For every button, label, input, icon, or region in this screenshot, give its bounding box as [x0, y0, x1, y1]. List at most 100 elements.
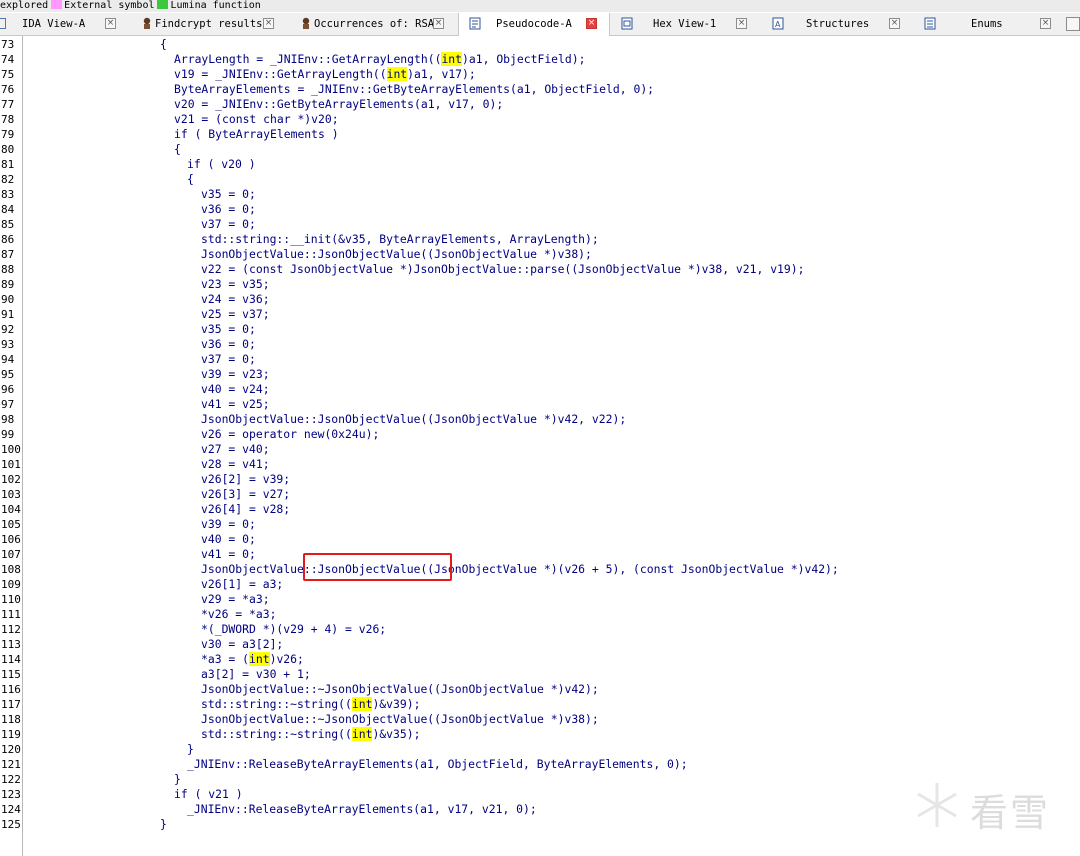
code-line[interactable]: v20 = _JNIEnv::GetByteArrayElements(a1, … — [174, 97, 503, 112]
pseudocode-view[interactable]: 73{74 ArrayLength = _JNIEnv::GetArrayLeng… — [0, 36, 1080, 836]
close-icon[interactable]: × — [433, 18, 444, 29]
tab-hex-view-1[interactable]: Hex View-1 × — [618, 13, 758, 35]
code-line[interactable]: { — [187, 172, 194, 187]
code-line[interactable]: { — [160, 37, 167, 52]
close-icon[interactable]: × — [105, 18, 116, 29]
code-line[interactable]: if ( v20 ) — [187, 157, 256, 172]
tab-label: Findcrypt results — [155, 18, 263, 30]
code-line[interactable]: v40 = 0; — [201, 532, 256, 547]
code-line[interactable]: if ( ByteArrayElements ) — [174, 127, 339, 142]
close-icon[interactable]: × — [1040, 18, 1051, 29]
code-line[interactable]: std::string::__init(&v35, ByteArrayEleme… — [201, 232, 599, 247]
code-line[interactable]: v28 = v41; — [201, 457, 270, 472]
line-number: 125 — [1, 818, 21, 831]
line-number: 85 — [1, 218, 15, 231]
line-number: 107 — [1, 548, 21, 561]
code-line[interactable]: } — [174, 772, 181, 787]
line-number: 111 — [1, 608, 21, 621]
code-line[interactable]: ArrayLength = _JNIEnv::GetArrayLength((i… — [174, 52, 585, 67]
code-line[interactable]: v22 = (const JsonObjectValue *)JsonObjec… — [201, 262, 804, 277]
line-number: 116 — [1, 683, 21, 696]
code-line[interactable]: JsonObjectValue::~JsonObjectValue((JsonO… — [201, 682, 599, 697]
code-line[interactable]: v29 = *a3; — [201, 592, 270, 607]
code-line[interactable]: v21 = (const char *)v20; — [174, 112, 339, 127]
line-number: 77 — [1, 98, 15, 111]
code-line[interactable]: _JNIEnv::ReleaseByteArrayElements(a1, Ob… — [187, 757, 688, 772]
code-line[interactable]: v36 = 0; — [201, 337, 256, 352]
code-line[interactable]: v37 = 0; — [201, 352, 256, 367]
code-line[interactable]: v40 = v24; — [201, 382, 270, 397]
tab-findcrypt-results[interactable]: Findcrypt results × — [138, 13, 288, 35]
code-line[interactable]: v23 = v35; — [201, 277, 270, 292]
code-line[interactable]: v27 = v40; — [201, 442, 270, 457]
line-number: 98 — [1, 413, 15, 426]
line-number: 82 — [1, 173, 15, 186]
tab-enums[interactable]: Enums × — [920, 13, 1060, 35]
code-line[interactable]: if ( v21 ) — [174, 787, 243, 802]
code-line[interactable]: v19 = _JNIEnv::GetArrayLength((int)a1, v… — [174, 67, 476, 82]
line-number: 96 — [1, 383, 15, 396]
code-line[interactable]: a3[2] = v30 + 1; — [201, 667, 311, 682]
tab-structures[interactable]: A Structures × — [768, 13, 913, 35]
tab-pseudocode-a[interactable]: Pseudocode-A × — [458, 13, 610, 36]
close-icon[interactable]: × — [263, 18, 274, 29]
line-number: 123 — [1, 788, 21, 801]
code-line[interactable]: v30 = a3[2]; — [201, 637, 283, 652]
code-line[interactable]: } — [160, 817, 167, 832]
code-line[interactable]: JsonObjectValue::JsonObjectValue((JsonOb… — [201, 412, 626, 427]
code-line[interactable]: v36 = 0; — [201, 202, 256, 217]
line-number: 91 — [1, 308, 15, 321]
close-icon[interactable]: × — [736, 18, 747, 29]
tab-label: IDA View-A — [22, 18, 86, 30]
code-line[interactable]: v39 = v23; — [201, 367, 270, 382]
code-line[interactable]: ByteArrayElements = _JNIEnv::GetByteArra… — [174, 82, 654, 97]
line-number: 92 — [1, 323, 15, 336]
tab-occurrences-rsa[interactable]: Occurrences of: RSA × — [298, 13, 453, 35]
tab-overflow-icon[interactable] — [1066, 17, 1080, 31]
line-number: 81 — [1, 158, 15, 171]
code-line[interactable]: } — [187, 742, 194, 757]
code-line[interactable]: *a3 = (int)v26; — [201, 652, 304, 667]
line-number: 75 — [1, 68, 15, 81]
code-line[interactable]: v25 = v37; — [201, 307, 270, 322]
code-line[interactable]: v26 = operator new(0x24u); — [201, 427, 379, 442]
line-number: 86 — [1, 233, 15, 246]
code-line[interactable]: v37 = 0; — [201, 217, 256, 232]
code-line[interactable]: *(_DWORD *)(v29 + 4) = v26; — [201, 622, 386, 637]
code-line[interactable]: std::string::~string((int)&v35); — [201, 727, 420, 742]
code-line[interactable]: JsonObjectValue::JsonObjectValue((JsonOb… — [201, 562, 839, 577]
line-number: 94 — [1, 353, 15, 366]
code-line[interactable]: *v26 = *a3; — [201, 607, 276, 622]
code-line[interactable]: _JNIEnv::ReleaseByteArrayElements(a1, v1… — [187, 802, 537, 817]
int-highlight: int — [441, 52, 463, 66]
line-number: 108 — [1, 563, 21, 576]
line-number: 104 — [1, 503, 21, 516]
code-line[interactable]: v39 = 0; — [201, 517, 256, 532]
close-icon[interactable]: × — [586, 18, 597, 29]
line-number: 117 — [1, 698, 21, 711]
close-icon[interactable]: × — [889, 18, 900, 29]
code-line[interactable]: std::string::~string((int)&v39); — [201, 697, 420, 712]
code-line[interactable]: v41 = v25; — [201, 397, 270, 412]
code-line[interactable]: v26[1] = a3; — [201, 577, 283, 592]
tab-label: Structures — [806, 18, 870, 30]
line-number: 106 — [1, 533, 21, 546]
code-line[interactable]: v24 = v36; — [201, 292, 270, 307]
code-line[interactable]: v41 = 0; — [201, 547, 256, 562]
pseudocode-icon — [469, 17, 481, 30]
line-number: 121 — [1, 758, 21, 771]
code-line[interactable]: v35 = 0; — [201, 187, 256, 202]
code-line[interactable]: JsonObjectValue::~JsonObjectValue((JsonO… — [201, 712, 599, 727]
code-line[interactable]: v26[4] = v28; — [201, 502, 290, 517]
code-line[interactable]: JsonObjectValue::JsonObjectValue((JsonOb… — [201, 247, 592, 262]
code-line[interactable]: v26[2] = v39; — [201, 472, 290, 487]
line-number: 122 — [1, 773, 21, 786]
line-number: 83 — [1, 188, 15, 201]
status-line — [22, 849, 1080, 856]
tab-ida-view-a[interactable]: IDA View-A × — [13, 13, 133, 35]
line-number: 101 — [1, 458, 21, 471]
code-line[interactable]: v35 = 0; — [201, 322, 256, 337]
code-line[interactable]: v26[3] = v27; — [201, 487, 290, 502]
line-number: 93 — [1, 338, 15, 351]
code-line[interactable]: { — [174, 142, 181, 157]
